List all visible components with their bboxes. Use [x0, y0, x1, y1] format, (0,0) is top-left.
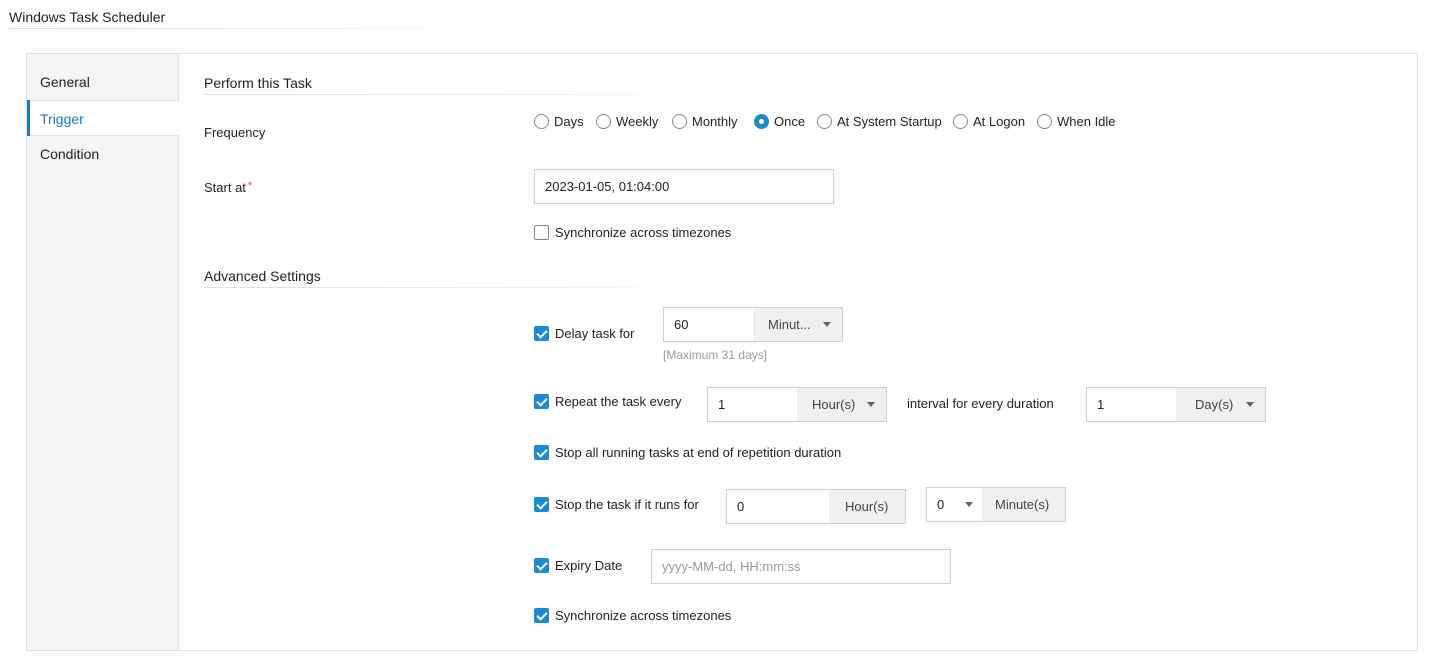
advanced-section-title: Advanced Settings: [204, 268, 321, 284]
sidebar-item-general[interactable]: General: [27, 64, 179, 100]
sidebar-item-condition[interactable]: Condition: [27, 136, 179, 172]
repeat-unit-select[interactable]: Hour(s): [797, 387, 887, 422]
advanced-sync-timezones-checkbox-row[interactable]: Synchronize across timezones: [534, 608, 731, 623]
duration-value-input[interactable]: 1: [1086, 387, 1177, 422]
radio-icon: [1037, 114, 1052, 129]
stop-all-checkbox-row[interactable]: Stop all running tasks at end of repetit…: [534, 445, 841, 460]
frequency-option-weekly[interactable]: Weekly: [596, 114, 658, 129]
duration-unit-select[interactable]: Day(s): [1176, 387, 1266, 422]
advanced-section-divider: [204, 287, 640, 288]
stop-runs-checkbox-row[interactable]: Stop the task if it runs for: [534, 497, 699, 512]
repeat-value-input[interactable]: 1: [707, 387, 798, 422]
start-at-label: Start at *: [204, 180, 253, 195]
frequency-label: Frequency: [204, 125, 266, 140]
frequency-option-logon[interactable]: At Logon: [953, 114, 1025, 129]
sync-timezones-checkbox-row[interactable]: Synchronize across timezones: [534, 225, 731, 240]
checkbox-icon[interactable]: [534, 225, 549, 240]
expiry-date-checkbox-row[interactable]: Expiry Date: [534, 558, 622, 573]
title-divider: [9, 28, 519, 29]
delay-hint: [Maximum 31 days]: [663, 348, 768, 362]
radio-icon: [817, 114, 832, 129]
stop-minutes-select[interactable]: 0: [926, 487, 983, 522]
checkbox-checked-icon[interactable]: [534, 445, 549, 460]
stop-minutes-unit: Minute(s): [982, 487, 1066, 522]
radio-icon: [596, 114, 611, 129]
delay-task-checkbox-row[interactable]: Delay task for: [534, 326, 634, 341]
checkbox-checked-icon[interactable]: [534, 326, 549, 341]
frequency-option-system-startup[interactable]: At System Startup: [817, 114, 942, 129]
stop-hours-unit: Hour(s): [829, 489, 906, 524]
chevron-down-icon: [1246, 402, 1254, 407]
checkbox-checked-icon[interactable]: [534, 558, 549, 573]
chevron-down-icon: [823, 322, 831, 327]
radio-icon: [672, 114, 687, 129]
required-marker: *: [247, 180, 253, 192]
repeat-interval-label: interval for every duration: [907, 396, 1054, 411]
radio-icon: [534, 114, 549, 129]
perform-section-title: Perform this Task: [204, 75, 312, 91]
delay-value-input[interactable]: 60: [663, 307, 754, 342]
sidebar-item-trigger[interactable]: Trigger: [27, 100, 179, 136]
checkbox-checked-icon[interactable]: [534, 394, 549, 409]
start-at-input[interactable]: 2023-01-05, 01:04:00: [534, 169, 834, 204]
frequency-option-once[interactable]: Once: [754, 114, 805, 129]
frequency-option-monthly[interactable]: Monthly: [672, 114, 738, 129]
app-title: Windows Task Scheduler: [9, 9, 166, 25]
sidebar: General Trigger Condition: [27, 54, 179, 650]
frequency-option-days[interactable]: Days: [534, 114, 584, 129]
repeat-task-checkbox-row[interactable]: Repeat the task every: [534, 394, 681, 409]
perform-section-divider: [204, 94, 640, 95]
radio-checked-icon: [754, 114, 769, 129]
chevron-down-icon: [965, 502, 973, 507]
checkbox-checked-icon[interactable]: [534, 608, 549, 623]
delay-unit-select[interactable]: Minut...: [753, 307, 843, 342]
radio-icon: [953, 114, 968, 129]
frequency-option-idle[interactable]: When Idle: [1037, 114, 1116, 129]
checkbox-checked-icon[interactable]: [534, 497, 549, 512]
expiry-date-input[interactable]: yyyy-MM-dd, HH:mm:ss: [651, 549, 951, 584]
chevron-down-icon: [867, 402, 875, 407]
stop-hours-input[interactable]: 0: [726, 489, 830, 524]
